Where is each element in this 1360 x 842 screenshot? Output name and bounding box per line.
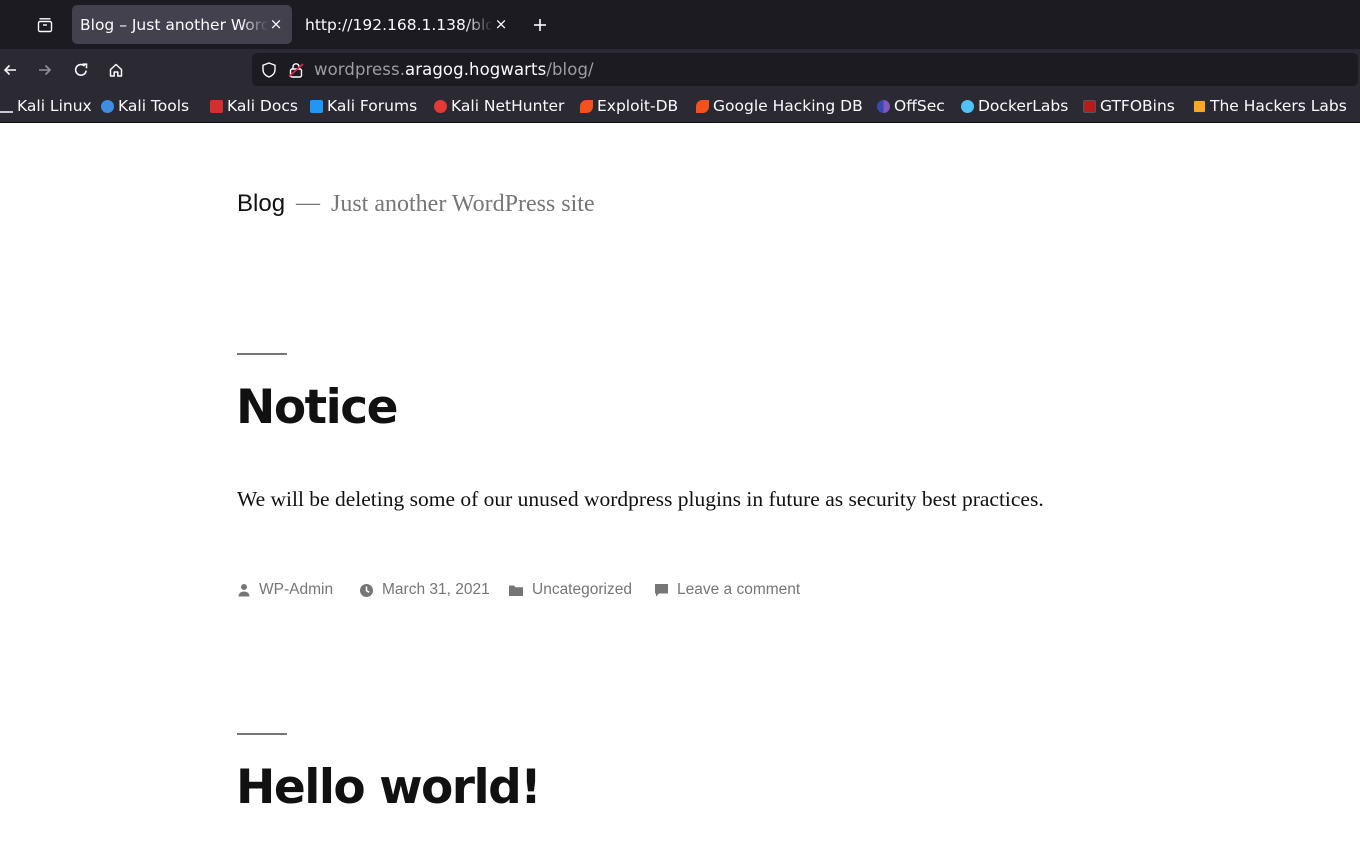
- bookmark-google-hacking-db[interactable]: Google Hacking DB: [696, 97, 863, 115]
- site-description: Just another WordPress site: [331, 191, 595, 217]
- bookmarks-toolbar: Kali Linux Kali Tools Kali Docs Kali For…: [0, 90, 1360, 123]
- tab-blog[interactable]: Blog – Just another WordPress site ×: [72, 5, 292, 44]
- post-author: WP-Admin: [237, 579, 333, 601]
- navigation-toolbar: wordpress.aragog.hogwarts/blog/: [0, 49, 1360, 90]
- reload-icon[interactable]: [67, 56, 95, 84]
- bookmark-kali-tools[interactable]: Kali Tools: [101, 97, 189, 115]
- site-title-link[interactable]: Blog: [237, 190, 285, 218]
- tab-title: Blog – Just another WordPress site: [80, 15, 268, 34]
- insecure-lock-icon[interactable]: [287, 61, 305, 79]
- bookmark-kali-nethunter[interactable]: Kali NetHunter: [434, 97, 564, 115]
- tab-ip-blog[interactable]: http://192.168.1.138/blog/ ×: [297, 5, 517, 44]
- bookmark-dockerlabs[interactable]: DockerLabs: [961, 97, 1068, 115]
- kali-forums-icon: [310, 99, 323, 113]
- person-icon: [238, 584, 250, 597]
- post-category: Uncategorized: [508, 579, 632, 601]
- dockerlabs-icon: [961, 99, 974, 113]
- comment-icon: [655, 583, 668, 596]
- bookmark-label: OffSec: [894, 97, 945, 115]
- url-text[interactable]: wordpress.aragog.hogwarts/blog/: [314, 60, 594, 79]
- bookmark-label: DockerLabs: [978, 97, 1069, 115]
- hackers-labs-icon: [1193, 99, 1206, 113]
- bookmark-label: Google Hacking DB: [713, 97, 863, 115]
- post-date-link[interactable]: March 31, 2021: [382, 581, 490, 599]
- bookmark-exploit-db[interactable]: Exploit-DB: [580, 97, 678, 115]
- kali-dragon-icon: [0, 100, 13, 113]
- bookmark-label: Kali Docs: [227, 97, 298, 115]
- close-tab-icon[interactable]: ×: [493, 15, 509, 33]
- post-title-link[interactable]: Hello world!: [236, 760, 542, 815]
- bookmark-label: The Hackers Labs: [1210, 97, 1347, 115]
- bookmark-label: Kali Linux: [17, 97, 92, 115]
- close-tab-icon[interactable]: ×: [268, 15, 284, 33]
- leave-comment-link[interactable]: Leave a comment: [677, 581, 800, 599]
- tab-list-icon[interactable]: [31, 12, 59, 38]
- ghdb-icon: [696, 99, 709, 113]
- bookmark-kali-forums[interactable]: Kali Forums: [310, 97, 417, 115]
- post-divider: [237, 353, 287, 355]
- exploit-db-icon: [580, 99, 593, 113]
- url-domain: aragog.hogwarts: [405, 60, 547, 79]
- bookmark-label: Exploit-DB: [597, 97, 679, 115]
- tab-strip: Blog – Just another WordPress site × htt…: [0, 0, 1360, 49]
- bookmark-label: Kali Forums: [327, 97, 418, 115]
- post-divider: [237, 733, 287, 735]
- post-title-link[interactable]: Notice: [236, 380, 398, 435]
- post-content: We will be deleting some of our unused w…: [237, 487, 1044, 511]
- shield-icon[interactable]: [260, 61, 278, 79]
- url-path: /blog/: [546, 60, 594, 79]
- post-comments: Leave a comment: [654, 579, 800, 601]
- kali-docs-icon: [210, 99, 223, 113]
- url-bar[interactable]: wordpress.aragog.hogwarts/blog/: [252, 53, 1358, 86]
- post-category-link[interactable]: Uncategorized: [532, 581, 632, 599]
- gtfobins-icon: [1083, 99, 1096, 113]
- back-arrow-icon[interactable]: [0, 56, 24, 84]
- folder-icon: [509, 585, 523, 596]
- bookmark-kali-linux[interactable]: Kali Linux: [0, 97, 92, 115]
- tab-title: http://192.168.1.138/blog/: [305, 15, 493, 34]
- offsec-icon: [877, 99, 890, 113]
- post-author-link[interactable]: WP-Admin: [259, 581, 333, 599]
- home-icon[interactable]: [102, 56, 130, 84]
- url-subdomain: wordpress.: [314, 60, 406, 79]
- post-date: March 31, 2021: [359, 579, 490, 601]
- clock-icon: [360, 583, 373, 597]
- nethunter-icon: [434, 99, 447, 113]
- bookmark-kali-docs[interactable]: Kali Docs: [210, 97, 298, 115]
- site-title-separator: —: [296, 190, 320, 216]
- bookmark-gtfobins[interactable]: GTFOBins: [1083, 97, 1175, 115]
- bookmark-the-hackers-labs[interactable]: The Hackers Labs: [1193, 97, 1347, 115]
- bookmark-label: Kali NetHunter: [451, 97, 565, 115]
- kali-tools-icon: [101, 99, 114, 113]
- bookmark-label: Kali Tools: [118, 97, 190, 115]
- bookmark-label: GTFOBins: [1100, 97, 1175, 115]
- forward-arrow-icon[interactable]: [31, 56, 59, 84]
- bookmark-offsec[interactable]: OffSec: [877, 97, 945, 115]
- plus-icon[interactable]: [527, 12, 553, 38]
